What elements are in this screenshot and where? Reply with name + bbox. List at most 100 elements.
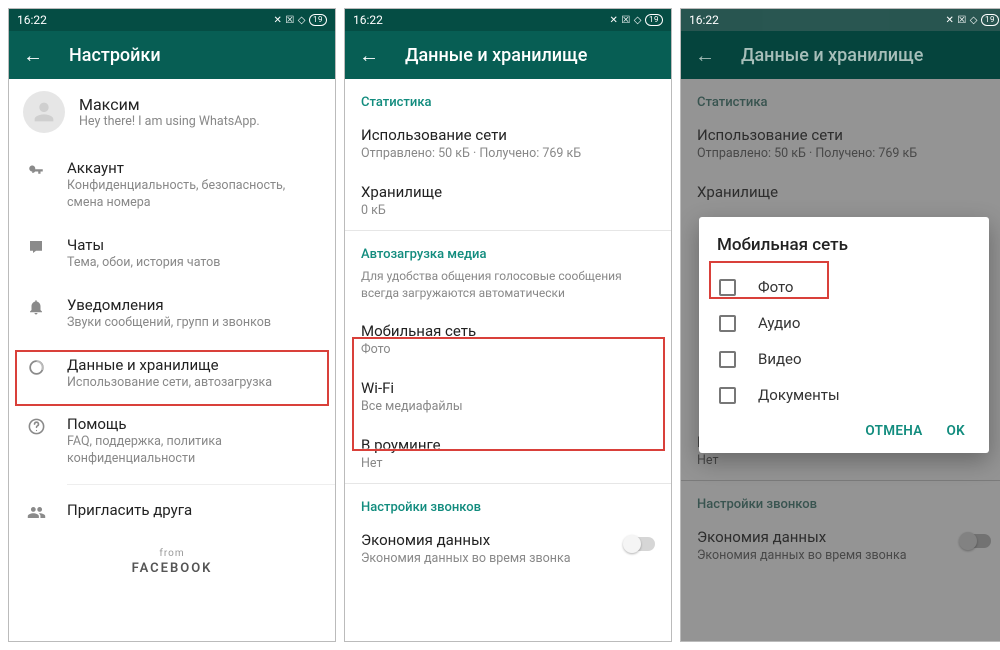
- item-title: Использование сети: [361, 126, 655, 144]
- item-sub: Экономия данных во время звонка: [361, 551, 655, 566]
- status-bar: 16:22 ✕ ☒ ◇ 19: [9, 9, 335, 31]
- page-title: Данные и хранилище: [741, 45, 923, 66]
- option-label: Видео: [758, 350, 802, 368]
- settings-item-chats[interactable]: ЧатыТема, обои, история чатов: [9, 224, 335, 284]
- back-icon[interactable]: ←: [23, 45, 43, 65]
- checkbox-icon[interactable]: [719, 351, 736, 368]
- from-label: from: [9, 548, 335, 559]
- no-sim-icon: ☒: [621, 15, 630, 26]
- settings-item-notifications[interactable]: УведомленияЗвуки сообщений, групп и звон…: [9, 284, 335, 344]
- section-call-settings: Настройки звонков: [345, 484, 671, 521]
- wifi-icon: ◇: [634, 15, 642, 26]
- no-sim-icon: ☒: [957, 15, 966, 26]
- dialog-title: Мобильная сеть: [717, 235, 971, 255]
- dnd-icon: ✕: [945, 15, 954, 26]
- item-network-usage[interactable]: Использование сети Отправлено: 50 кБ · П…: [345, 116, 671, 173]
- people-icon: [25, 501, 47, 522]
- item-roaming[interactable]: В роуминге Нет: [345, 426, 671, 483]
- dialog-option-documents[interactable]: Документы: [717, 377, 971, 413]
- status-time: 16:22: [353, 13, 383, 27]
- app-bar: ← Настройки: [9, 31, 335, 79]
- item-title: В роуминге: [361, 436, 655, 454]
- status-icons: ✕ ☒ ◇ 19: [945, 14, 999, 26]
- screen-data-storage-dialog: 16:22 ✕ ☒ ◇ 19 ← Данные и хранилище Стат…: [680, 8, 1000, 642]
- item-title: Экономия данных: [361, 531, 655, 549]
- status-icons: ✕ ☒ ◇ 19: [609, 14, 663, 26]
- section-auto-download-sub: Для удобства общения голосовые сообщения…: [345, 268, 671, 312]
- item-title: Мобильная сеть: [361, 322, 655, 340]
- chat-icon: [25, 236, 47, 256]
- dnd-icon: ✕: [609, 15, 618, 26]
- item-title: Аккаунт: [67, 159, 319, 177]
- item-sub: Конфиденциальность, безопасность, смена …: [67, 178, 319, 212]
- item-sub: Фото: [361, 342, 655, 357]
- back-icon[interactable]: ←: [359, 45, 379, 65]
- divider: [67, 484, 335, 485]
- avatar: [23, 91, 65, 133]
- app-bar: ← Данные и хранилище: [345, 31, 671, 79]
- back-icon[interactable]: ←: [695, 45, 715, 65]
- item-sub: FAQ, поддержка, политика конфиденциально…: [67, 434, 319, 468]
- settings-item-invite[interactable]: Пригласить друга: [9, 489, 335, 534]
- status-time: 16:22: [17, 13, 47, 27]
- page-title: Данные и хранилище: [405, 45, 587, 66]
- cancel-button[interactable]: ОТМЕНА: [865, 423, 922, 439]
- battery-icon: 19: [981, 14, 999, 26]
- battery-icon: 19: [645, 14, 663, 26]
- help-icon: [25, 415, 47, 436]
- profile-name: Максим: [79, 95, 260, 114]
- item-data-saver[interactable]: Экономия данных Экономия данных во время…: [345, 521, 671, 578]
- no-sim-icon: ☒: [285, 15, 294, 26]
- item-title: Wi-Fi: [361, 379, 655, 397]
- item-title: Данные и хранилище: [67, 356, 272, 374]
- section-auto-download: Автозагрузка медиа: [345, 231, 671, 268]
- option-label: Фото: [758, 278, 793, 296]
- settings-item-data-storage[interactable]: Данные и хранилищеИспользование сети, ав…: [9, 344, 335, 404]
- item-sub: Нет: [361, 456, 655, 471]
- checkbox-icon[interactable]: [719, 315, 736, 332]
- option-label: Документы: [758, 386, 840, 404]
- battery-icon: 19: [309, 14, 327, 26]
- wifi-icon: ◇: [298, 15, 306, 26]
- profile-row[interactable]: Максим Hey there! I am using WhatsApp.: [9, 79, 335, 147]
- item-sub: Отправлено: 50 кБ · Получено: 769 кБ: [361, 146, 655, 161]
- dnd-icon: ✕: [273, 15, 282, 26]
- section-statistics: Статистика: [345, 79, 671, 116]
- checkbox-icon[interactable]: [719, 279, 736, 296]
- item-title: Помощь: [67, 415, 319, 433]
- toggle-switch[interactable]: [625, 537, 655, 551]
- page-title: Настройки: [69, 45, 161, 66]
- item-sub: Использование сети, автозагрузка: [67, 375, 272, 392]
- item-mobile-data[interactable]: Мобильная сеть Фото: [345, 312, 671, 369]
- item-title: Пригласить друга: [67, 501, 192, 519]
- item-wifi[interactable]: Wi-Fi Все медиафайлы: [345, 369, 671, 426]
- status-bar: 16:22 ✕ ☒ ◇ 19: [681, 9, 1000, 31]
- facebook-label: FACEBOOK: [9, 561, 335, 576]
- dialog-option-photo[interactable]: Фото: [717, 269, 971, 305]
- settings-item-account[interactable]: АккаунтКонфиденциальность, безопасность,…: [9, 147, 335, 224]
- item-sub: Тема, обои, история чатов: [67, 255, 220, 272]
- mobile-network-dialog: Мобильная сеть Фото Аудио Видео Документ…: [699, 217, 989, 453]
- checkbox-icon[interactable]: [719, 387, 736, 404]
- bell-icon: [25, 296, 47, 316]
- status-time: 16:22: [689, 13, 719, 27]
- item-sub: Звуки сообщений, групп и звонков: [67, 315, 271, 332]
- profile-status: Hey there! I am using WhatsApp.: [79, 114, 260, 129]
- dialog-option-video[interactable]: Видео: [717, 341, 971, 377]
- status-icons: ✕ ☒ ◇ 19: [273, 14, 327, 26]
- item-title: Уведомления: [67, 296, 271, 314]
- item-sub: Все медиафайлы: [361, 399, 655, 414]
- screen-settings: 16:22 ✕ ☒ ◇ 19 ← Настройки Максим Hey th…: [8, 8, 336, 642]
- dialog-option-audio[interactable]: Аудио: [717, 305, 971, 341]
- key-icon: [25, 159, 47, 179]
- item-storage[interactable]: Хранилище 0 кБ: [345, 173, 671, 230]
- ok-button[interactable]: OK: [947, 423, 965, 439]
- screen-data-storage: 16:22 ✕ ☒ ◇ 19 ← Данные и хранилище Стат…: [344, 8, 672, 642]
- option-label: Аудио: [758, 314, 800, 332]
- settings-item-help[interactable]: ПомощьFAQ, поддержка, политика конфиденц…: [9, 403, 335, 480]
- item-title: Хранилище: [361, 183, 655, 201]
- status-bar: 16:22 ✕ ☒ ◇ 19: [345, 9, 671, 31]
- wifi-icon: ◇: [970, 15, 978, 26]
- app-bar: ← Данные и хранилище: [681, 31, 1000, 79]
- data-usage-icon: [25, 356, 47, 377]
